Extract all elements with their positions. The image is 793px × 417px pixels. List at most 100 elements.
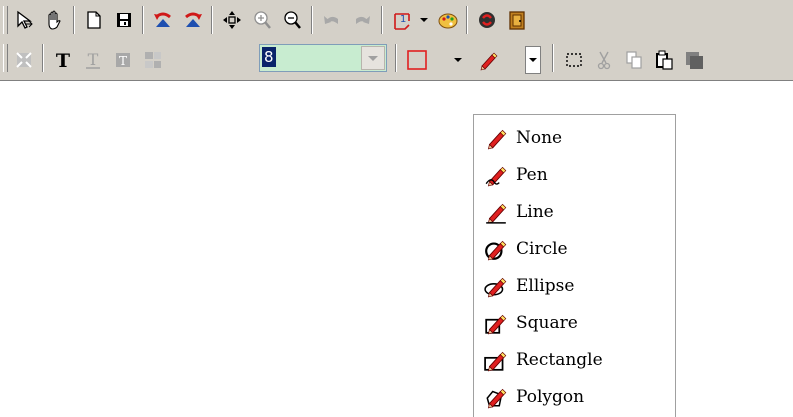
page-number-dropdown-arrow[interactable] <box>417 6 431 34</box>
select-arrow-button[interactable] <box>10 6 38 34</box>
font-tool-icon <box>145 52 161 68</box>
floppy-disk-icon <box>117 13 131 27</box>
pencil-line-icon <box>486 203 507 224</box>
paste-button[interactable] <box>650 46 678 74</box>
redo-button[interactable] <box>348 6 376 34</box>
svg-text:T: T <box>88 50 99 69</box>
text-button[interactable]: T <box>49 46 77 74</box>
copy-button[interactable] <box>620 46 648 74</box>
menu-item-label: Rectangle <box>516 349 603 370</box>
new-document-button[interactable] <box>80 6 108 34</box>
font-tool-button[interactable] <box>139 46 167 74</box>
zoom-out-icon <box>284 11 301 29</box>
fill-icon <box>686 52 703 69</box>
menu-item-label: Ellipse <box>516 275 575 296</box>
text-box-icon: T <box>116 53 130 68</box>
toolbar-separator <box>381 6 383 34</box>
menu-item-label: Pen <box>516 164 548 185</box>
palette-icon <box>438 13 458 29</box>
color-button[interactable] <box>403 46 431 74</box>
menu-item-none[interactable]: None <box>474 119 675 156</box>
pen-icon <box>485 166 507 186</box>
select-arrow-icon <box>17 10 33 29</box>
move-button[interactable] <box>218 6 246 34</box>
toolbar-separator <box>42 44 44 72</box>
toolbar-separator <box>466 6 468 34</box>
paste-icon <box>656 50 673 70</box>
toolbar-separator <box>73 6 75 34</box>
text-underline-icon: T <box>86 50 100 69</box>
hand-icon <box>48 10 61 30</box>
redo-icon <box>356 16 370 24</box>
menu-item-line[interactable]: Line <box>474 193 675 230</box>
recycle-button[interactable] <box>473 6 501 34</box>
pencil-icon <box>480 52 498 71</box>
menu-item-pen[interactable]: Pen <box>474 156 675 193</box>
scissors-icon <box>597 51 611 70</box>
pencil-square-icon <box>485 314 507 334</box>
color-swatch-icon <box>407 50 427 70</box>
menu-item-label: Polygon <box>516 386 585 407</box>
pan-hand-button[interactable] <box>40 6 68 34</box>
text-outline-button[interactable]: T <box>79 46 107 74</box>
zoom-out-button[interactable] <box>278 6 306 34</box>
menu-item-label: None <box>516 127 563 148</box>
rotate-left-icon <box>154 12 171 27</box>
toolbar-separator <box>211 6 213 34</box>
menu-item-rectangle[interactable]: Rectangle <box>474 341 675 378</box>
undo-icon <box>324 16 338 24</box>
menu-item-label: Square <box>516 312 578 333</box>
toolbar-separator <box>311 6 313 34</box>
new-document-icon <box>87 11 101 29</box>
drawing-toolbar: T T T 8 <box>0 38 793 81</box>
recycle-icon <box>479 12 495 28</box>
toolbar-grip[interactable] <box>3 44 8 72</box>
pencil-ellipse-icon <box>484 277 507 297</box>
menu-item-polygon[interactable]: Polygon <box>474 378 675 415</box>
pencil-rectangle-icon <box>484 351 507 371</box>
pencil-icon <box>487 129 507 149</box>
exit-button[interactable] <box>503 6 531 34</box>
toolbar-separator <box>142 6 144 34</box>
svg-text:1: 1 <box>400 14 406 25</box>
svg-text:T: T <box>119 54 127 68</box>
draw-tool-menu: None Pen Line Circle Ellipse Square Rect… <box>473 114 676 417</box>
font-size-value[interactable]: 8 <box>262 47 276 67</box>
main-toolbar: 1 <box>0 0 793 39</box>
toolbar-separator <box>552 44 554 72</box>
draw-tool-button[interactable] <box>474 46 502 74</box>
text-box-button[interactable]: T <box>109 46 137 74</box>
rotate-right-button[interactable] <box>179 6 207 34</box>
palette-button[interactable] <box>434 6 462 34</box>
fill-button[interactable] <box>680 46 708 74</box>
text-t-icon: T <box>56 50 70 71</box>
save-button[interactable] <box>110 6 138 34</box>
menu-item-square[interactable]: Square <box>474 304 675 341</box>
selection-button[interactable] <box>560 46 588 74</box>
menu-item-label: Circle <box>516 238 568 259</box>
color-dropdown-arrow[interactable] <box>451 46 465 74</box>
zoom-in-button[interactable] <box>248 6 276 34</box>
page-number-button[interactable]: 1 <box>388 6 416 34</box>
fit-arrows-icon <box>16 52 32 68</box>
rotate-left-button[interactable] <box>149 6 177 34</box>
pencil-polygon-icon <box>486 388 507 408</box>
menu-item-ellipse[interactable]: Ellipse <box>474 267 675 304</box>
svg-text:T: T <box>56 50 70 71</box>
draw-tool-dropdown-arrow[interactable] <box>525 46 541 74</box>
pencil-circle-icon <box>485 240 507 260</box>
font-size-combo[interactable]: 8 <box>259 44 387 72</box>
copy-icon <box>626 51 642 69</box>
toolbar-separator <box>395 44 397 72</box>
fit-button[interactable] <box>10 46 38 74</box>
toolbar-grip[interactable] <box>3 6 8 34</box>
font-size-dropdown-arrow[interactable] <box>361 46 385 70</box>
dashed-rectangle-icon <box>566 53 582 67</box>
menu-item-circle[interactable]: Circle <box>474 230 675 267</box>
menu-item-label: Line <box>516 201 554 222</box>
undo-button[interactable] <box>318 6 346 34</box>
rotate-right-icon <box>185 12 202 27</box>
four-arrows-icon <box>223 11 241 29</box>
cut-button[interactable] <box>590 46 618 74</box>
zoom-in-icon <box>254 11 271 29</box>
